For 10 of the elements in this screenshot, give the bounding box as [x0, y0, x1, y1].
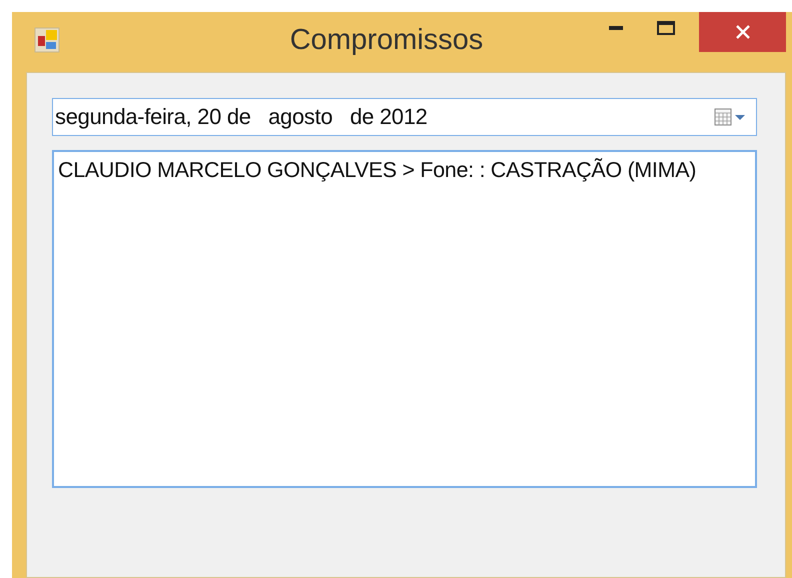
minimize-icon	[609, 26, 623, 30]
list-item[interactable]: CLAUDIO MARCELO GONÇALVES > Fone: : CASTRAÇÃO (MIMA)	[58, 158, 751, 183]
close-button[interactable]	[699, 12, 786, 52]
appointment-list[interactable]: CLAUDIO MARCELO GONÇALVES > Fone: : CASTRAÇÃO (MIMA)	[52, 150, 757, 488]
close-icon	[734, 24, 750, 40]
date-picker[interactable]: segunda-feira, 20 de agosto de 2012	[52, 98, 757, 136]
app-icon	[34, 27, 60, 53]
maximize-icon	[657, 21, 675, 35]
window-title: Compromissos	[288, 24, 484, 57]
calendar-dropdown-icon[interactable]	[714, 107, 748, 127]
